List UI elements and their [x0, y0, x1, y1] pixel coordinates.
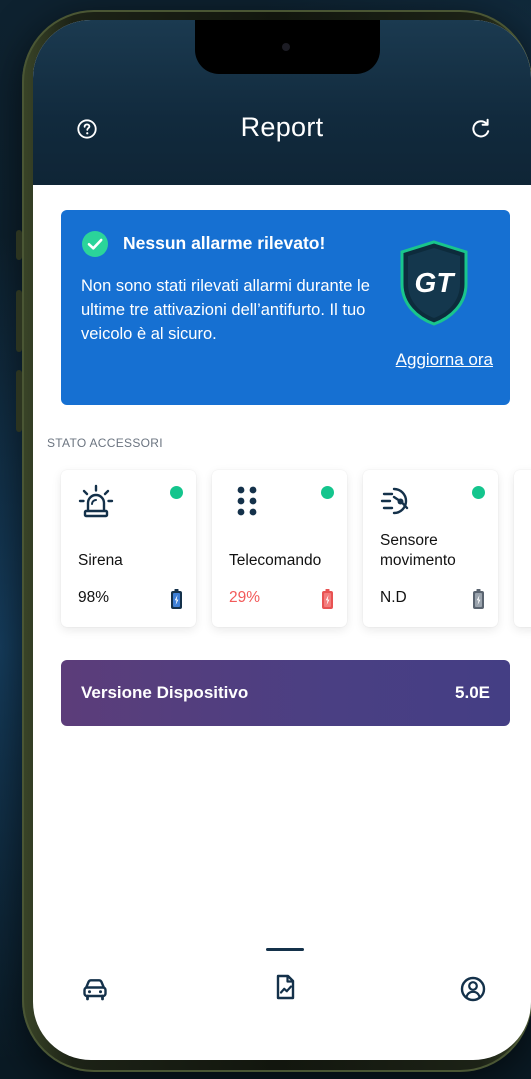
- battery-low-icon: [322, 589, 333, 609]
- device-version-label: Versione Dispositivo: [81, 683, 249, 702]
- accessory-name: Sensore movimento: [380, 532, 456, 569]
- update-now-link[interactable]: Aggiorna ora: [396, 350, 493, 370]
- battery-unknown-icon: [473, 589, 484, 609]
- app-header: Report: [33, 20, 531, 185]
- phone-side-button: [16, 230, 22, 260]
- alert-card: Nessun allarme rilevato! Non sono stati …: [61, 210, 510, 405]
- phone-volume-down-button: [16, 370, 22, 432]
- accessory-card-motion-sensor[interactable]: Sensore movimento N.D: [363, 470, 498, 627]
- accessory-card-remote[interactable]: Telecomando 29%: [212, 470, 347, 627]
- accessory-card-siren[interactable]: Sirena 98%: [61, 470, 196, 627]
- report-icon[interactable]: [271, 973, 299, 1001]
- refresh-icon[interactable]: [469, 117, 493, 141]
- battery-percentage: 29%: [229, 589, 261, 606]
- device-version-value: 5.0E: [455, 683, 490, 702]
- status-dot: [472, 486, 485, 499]
- car-icon[interactable]: [81, 975, 109, 1003]
- status-dot: [170, 486, 183, 499]
- accessory-card-partial[interactable]: [514, 470, 531, 627]
- section-label: STATO ACCESSORI: [47, 436, 163, 450]
- check-circle-icon: [82, 231, 108, 257]
- status-dot: [321, 486, 334, 499]
- motion-sensor-icon: [380, 487, 409, 515]
- front-camera: [282, 43, 290, 51]
- keypad-icon: [237, 486, 257, 516]
- logo-text: GT: [415, 267, 457, 298]
- siren-icon: [78, 484, 114, 518]
- alert-title: Nessun allarme rilevato!: [123, 233, 326, 253]
- battery-percentage: 98%: [78, 589, 110, 606]
- battery-percentage: N.D: [380, 589, 407, 606]
- page-title: Report: [240, 112, 324, 142]
- battery-full-icon: [171, 589, 182, 609]
- shield-logo-icon: GT: [400, 240, 468, 326]
- device-version-bar: Versione Dispositivo 5.0E: [61, 660, 510, 726]
- accessory-name: Telecomando: [229, 552, 322, 569]
- alert-message: Non sono stati rilevati allarmi durante …: [81, 277, 370, 343]
- nav-active-indicator: [266, 948, 304, 951]
- notch: [195, 20, 380, 74]
- user-icon[interactable]: [459, 975, 487, 1003]
- accessory-name: Sirena: [78, 552, 123, 569]
- phone-volume-up-button: [16, 290, 22, 352]
- phone-screen: Report Nessun allarme rilevato! Non sono…: [33, 20, 531, 1060]
